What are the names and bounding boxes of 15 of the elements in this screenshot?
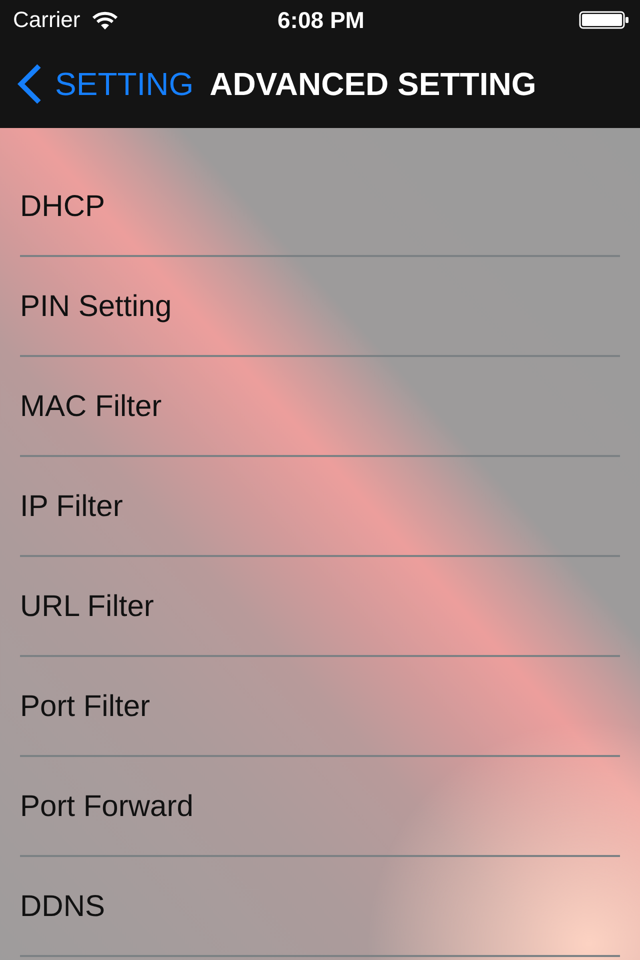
menu-item[interactable]: DHCP	[20, 157, 620, 257]
menu-item[interactable]: Port Forward	[20, 757, 620, 857]
screen-title: ADVANCED SETTING	[210, 68, 536, 100]
carrier-label: Carrier	[13, 9, 80, 31]
menu-item[interactable]: DDNS	[20, 857, 620, 957]
menu-item[interactable]: MAC Filter	[20, 357, 620, 457]
back-button[interactable]: SETTING	[16, 63, 194, 105]
battery-icon	[578, 11, 629, 29]
menu-item[interactable]: URL Filter	[20, 557, 620, 657]
back-chevron-icon	[16, 63, 42, 105]
menu-item[interactable]: Port Filter	[20, 657, 620, 757]
clock-time: 6:08 PM	[278, 8, 364, 32]
menu-item[interactable]: PIN Setting	[20, 257, 620, 357]
wifi-icon	[92, 10, 118, 30]
menu-item[interactable]: IP Filter	[20, 457, 620, 557]
